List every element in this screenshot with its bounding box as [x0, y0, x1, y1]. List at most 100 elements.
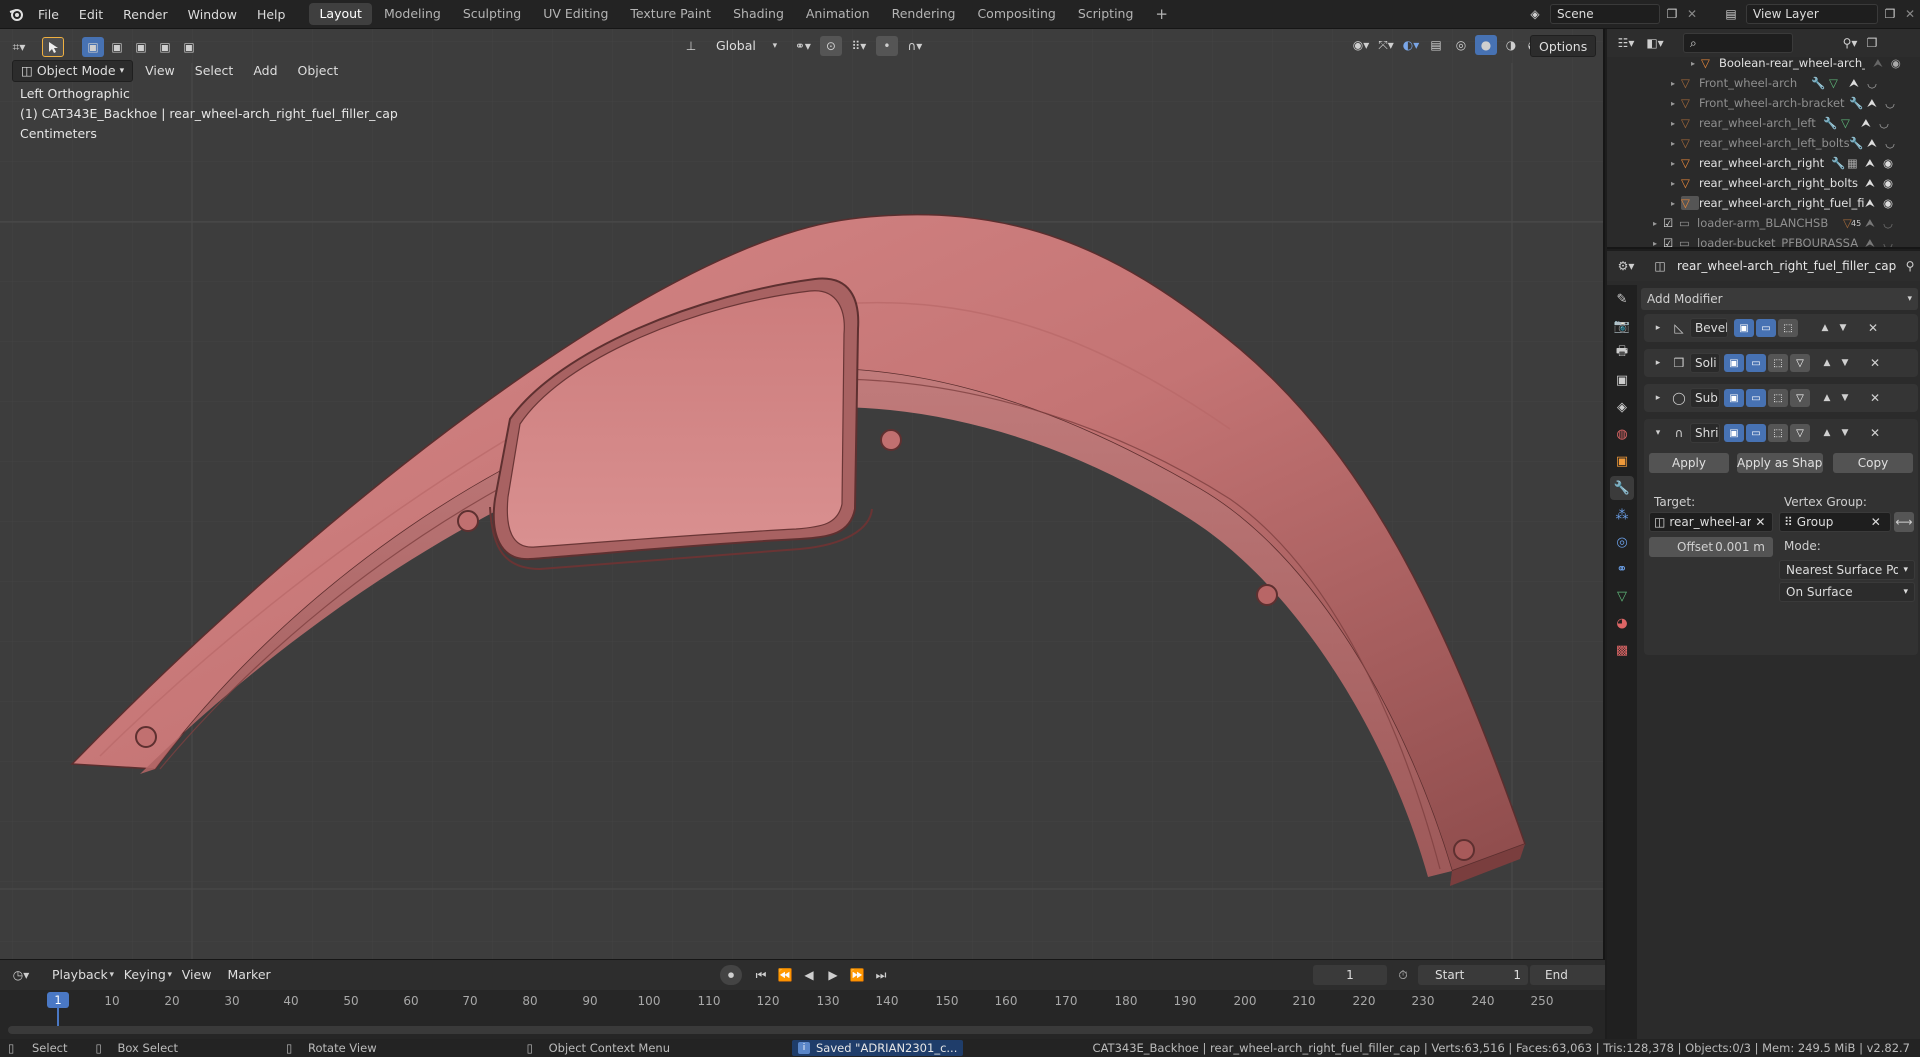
expand-arrow-icon[interactable]: ▸ [1671, 159, 1681, 168]
camera-icon[interactable]: ▣ [1734, 319, 1754, 337]
menu-view[interactable]: View [174, 964, 220, 986]
select-arrow-icon[interactable]: ⮝ [1861, 116, 1879, 131]
move-down-icon[interactable]: ▼ [1836, 393, 1854, 403]
expand-arrow-icon[interactable]: ▸ [1671, 119, 1681, 128]
outliner-row[interactable]: ▸ ▽ rear_wheel-arch_right 🔧 ▦ ⮝ ◉ [1607, 153, 1920, 173]
vertex-group-field[interactable]: ⠿ Group ✕ [1779, 512, 1891, 532]
editor-type-icon[interactable]: ⌗▾ [4, 37, 34, 57]
tool-tab-icon[interactable]: ✎ [1610, 287, 1634, 311]
transform-orientation-dropdown[interactable]: Global [708, 35, 764, 57]
menu-render[interactable]: Render [113, 0, 178, 29]
tab-layout[interactable]: Layout [309, 3, 372, 25]
timeline-ruler[interactable]: 1 10 20 30 40 50 60 70 80 90 100 110 120… [0, 990, 1605, 1039]
gizmo-icon[interactable]: ⤧▾ [1375, 35, 1397, 55]
checkbox-icon[interactable]: ☑ [1663, 216, 1679, 230]
select-arrow-icon[interactable]: ⮝ [1867, 96, 1885, 111]
scene-icon[interactable]: ◈ [1524, 4, 1546, 24]
modifier-subdivision[interactable]: ▸ ◯ Sub ▣ ▭ ⬚ ▽ ▲ ▼ ✕ [1644, 384, 1918, 412]
eye-closed-icon[interactable]: ◡ [1879, 116, 1889, 130]
menu-playback[interactable]: Playback [44, 964, 116, 986]
menu-help[interactable]: Help [247, 0, 296, 29]
wireframe-shading-icon[interactable]: ◎ [1450, 35, 1472, 55]
current-frame-marker[interactable]: 1 [47, 992, 69, 1008]
menu-edit[interactable]: Edit [69, 0, 113, 29]
move-up-icon[interactable]: ▲ [1818, 428, 1836, 438]
clear-icon[interactable]: ✕ [1755, 513, 1765, 531]
eye-icon[interactable]: ◉ [1883, 176, 1893, 190]
delete-view-layer-icon[interactable]: ✕ [1902, 4, 1918, 24]
camera-icon[interactable]: ▣ [1724, 424, 1744, 442]
shrinkwrap-header[interactable]: ▾ ∩ Shri ▣ ▭ ⬚ ▽ ▲ ▼ ✕ [1644, 419, 1918, 447]
clear-icon[interactable]: ✕ [1871, 513, 1881, 531]
new-view-layer-icon[interactable]: ❐ [1882, 4, 1898, 24]
expand-arrow-icon[interactable]: ▸ [1671, 99, 1681, 108]
proportional-falloff-icon[interactable]: ∩▾ [904, 36, 926, 56]
solid-shading-icon[interactable]: ● [1475, 35, 1497, 55]
expand-arrow-icon[interactable]: ▸ [1671, 139, 1681, 148]
eye-closed-icon[interactable]: ◡ [1885, 136, 1895, 150]
modifier-name-field[interactable]: Sub [1690, 388, 1720, 408]
select-invert-icon[interactable]: ▣ [154, 37, 176, 57]
expand-arrow-icon[interactable]: ▸ [1648, 323, 1668, 333]
modifier-name-field[interactable]: Bevel [1690, 318, 1728, 338]
new-collection-icon[interactable]: ❐ [1861, 33, 1883, 53]
select-arrow-icon[interactable]: ⮝ [1865, 216, 1883, 231]
close-icon[interactable]: ✕ [1868, 426, 1882, 440]
move-up-icon[interactable]: ▲ [1818, 393, 1836, 403]
menu-object[interactable]: Object [290, 60, 347, 82]
apply-button[interactable]: Apply [1649, 453, 1729, 473]
render-tab-icon[interactable]: 📷 [1610, 314, 1634, 338]
eye-closed-icon[interactable]: ◡ [1867, 76, 1877, 90]
outliner-row[interactable]: ▸ ▽ Boolean-rear_wheel-arch_rig ⮝ ◉ [1607, 53, 1920, 73]
timeline-scrollbar[interactable] [8, 1026, 1593, 1034]
jump-keyframe-back-icon[interactable]: ⏪ [774, 965, 796, 985]
close-icon[interactable]: ✕ [1866, 321, 1880, 335]
expand-arrow-icon[interactable]: ▸ [1648, 393, 1668, 403]
menu-add[interactable]: Add [245, 60, 285, 82]
timeline-editor-icon[interactable]: ◷▾ [6, 965, 36, 985]
particles-tab-icon[interactable]: ⁂ [1610, 503, 1634, 527]
scene-field[interactable]: Scene [1550, 4, 1660, 24]
output-tab-icon[interactable]: 🖶 [1610, 341, 1634, 365]
tab-modeling[interactable]: Modeling [374, 3, 451, 25]
expand-arrow-icon[interactable]: ▸ [1671, 179, 1681, 188]
camera-icon[interactable]: ▣ [1724, 354, 1744, 372]
display-icon[interactable]: ▭ [1746, 354, 1766, 372]
wrap-method-dropdown[interactable]: Nearest Surface Poin ▾ [1779, 560, 1915, 580]
expand-arrow-icon[interactable]: ▸ [1653, 239, 1663, 248]
display-icon[interactable]: ▭ [1746, 424, 1766, 442]
expand-arrow-icon[interactable]: ▸ [1671, 199, 1681, 208]
outliner-row[interactable]: ▸ ▽ rear_wheel-arch_right_fuel_filler_ ⮝… [1607, 193, 1920, 213]
outliner-editor-icon[interactable]: ☷▾ [1611, 33, 1641, 53]
expand-arrow-icon[interactable]: ▸ [1653, 219, 1663, 228]
expand-arrow-icon[interactable]: ▸ [1691, 59, 1701, 68]
world-tab-icon[interactable]: ◍ [1610, 422, 1634, 446]
tab-sculpting[interactable]: Sculpting [453, 3, 531, 25]
modifier-tab-icon[interactable]: 🔧 [1610, 476, 1634, 500]
snap-target-icon[interactable]: ⠿▾ [848, 36, 870, 56]
eye-icon[interactable]: ◉ [1883, 156, 1893, 170]
editmode-icon[interactable]: ⬚ [1768, 354, 1788, 372]
pin-icon[interactable]: ⚲ [1903, 256, 1917, 276]
outliner-row[interactable]: ▸ ▽ rear_wheel-arch_right_bolts ⮝ ◉ [1607, 173, 1920, 193]
select-arrow-icon[interactable]: ⮝ [1865, 236, 1883, 248]
end-frame-field[interactable]: End 250 [1530, 965, 1605, 985]
select-arrow-icon[interactable]: ⮝ [1873, 56, 1883, 71]
proportional-edit-icon[interactable]: • [875, 36, 898, 56]
timeline[interactable]: ◷▾ Playback ▾ Keying ▾ View Marker ⏺ ⏮ ⏪… [0, 959, 1605, 1039]
material-tab-icon[interactable]: ◕ [1610, 611, 1634, 635]
menu-window[interactable]: Window [178, 0, 247, 29]
display-icon[interactable]: ▭ [1746, 389, 1766, 407]
tab-texture-paint[interactable]: Texture Paint [620, 3, 721, 25]
start-frame-field[interactable]: Start 1 [1418, 965, 1528, 985]
eye-icon[interactable]: ◉ [1883, 196, 1893, 210]
modifier-bevel[interactable]: ▸ ◺ Bevel ▣ ▭ ⬚ ▲ ▼ ✕ [1644, 314, 1918, 342]
overlay-icon[interactable]: ◐▾ [1400, 35, 1422, 55]
view-layer-tab-icon[interactable]: ▣ [1610, 368, 1634, 392]
display-mode-icon[interactable]: ◧▾ [1641, 33, 1669, 53]
eye-closed-icon[interactable]: ◡ [1883, 236, 1893, 247]
tab-shading[interactable]: Shading [723, 3, 794, 25]
add-modifier-dropdown[interactable]: Add Modifier ▾ [1641, 288, 1918, 310]
properties-editor-icon[interactable]: ⚙▾ [1611, 256, 1641, 276]
outliner-row[interactable]: ▸ ▽ Front_wheel-arch 🔧 ▽ ⮝ ◡ [1607, 73, 1920, 93]
